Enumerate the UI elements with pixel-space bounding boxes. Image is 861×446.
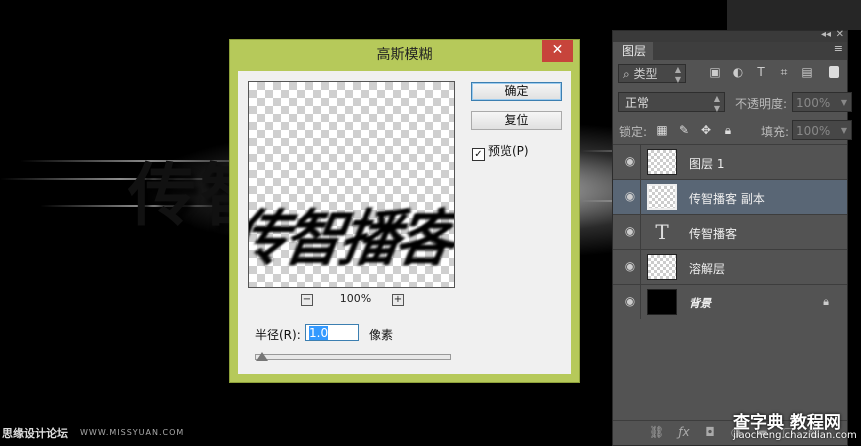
watermark-left: 思缘设计论坛 [2, 427, 68, 440]
eye-icon[interactable]: ◉ [623, 295, 637, 307]
close-icon[interactable]: ✕ [836, 29, 844, 40]
layer-thumbnail [647, 184, 677, 210]
eye-icon[interactable]: ◉ [623, 225, 637, 237]
eye-icon[interactable]: ◉ [623, 260, 637, 272]
opacity-input[interactable]: 100% ▼ [792, 92, 852, 112]
layer-name: 传智播客 副本 [689, 192, 765, 206]
radius-label: 半径(R): [255, 328, 301, 342]
zoom-out-button[interactable]: − [301, 294, 313, 306]
filter-adjustment-icon[interactable]: ◐ [731, 65, 745, 79]
filter-type-icon[interactable]: T [754, 65, 768, 79]
layer-name: 溶解层 [689, 262, 726, 276]
filter-shape-icon[interactable]: ⌗ [777, 65, 791, 79]
layer-thumbnail [647, 149, 677, 175]
radius-unit: 像素 [369, 328, 394, 342]
layer-name: 传智播客 [689, 227, 738, 241]
workspace-background [727, 0, 861, 30]
tab-layers[interactable]: 图层 [615, 42, 653, 60]
filter-toggle-icon[interactable] [829, 66, 839, 78]
opacity-value: 100% [796, 96, 831, 110]
link-layers-icon[interactable]: ⛓ [649, 425, 664, 439]
opacity-label: 不透明度: [735, 97, 788, 111]
fill-label: 填充: [761, 125, 790, 139]
blend-mode-select[interactable]: 正常 ▲ ▼ [618, 92, 725, 113]
layers-panel: ◂◂ ✕ 图层 ≡ ⌕ 类型 ▲ ▼ ▣ ◐ T ⌗ ▤ 正常 ▲ ▼ 不透明度: … [612, 29, 852, 446]
layer-filter-select[interactable]: ⌕ 类型 ▲ ▼ [618, 64, 686, 84]
lock-all-icon[interactable]: 🔒︎ [721, 123, 735, 137]
blend-mode-value: 正常 [625, 96, 650, 110]
layer-row[interactable]: ◉ 图层 1 [613, 144, 847, 179]
dialog-close-button[interactable]: ✕ [542, 40, 573, 62]
zoom-in-button[interactable]: + [392, 294, 404, 306]
preview-checkbox[interactable]: ✓ 预览(P) [472, 142, 529, 161]
lock-transparent-icon[interactable]: ▦ [655, 123, 669, 137]
gaussian-blur-dialog: 高斯模糊 ✕ 传智播客 − 100% + 确定 复位 ✓ 预览(P) 半径(R):… [229, 39, 580, 383]
filter-smartobject-icon[interactable]: ▤ [800, 65, 814, 79]
tab-strip [653, 42, 847, 60]
layer-thumbnail [647, 254, 677, 280]
fill-input[interactable]: 100% ▼ [792, 120, 852, 140]
layer-row[interactable]: ◉ 背景 🔒︎ [613, 284, 847, 319]
layer-row[interactable]: ◉ 传智播客 副本 [613, 179, 847, 214]
lock-label: 锁定: [619, 125, 648, 139]
checkbox-check-icon[interactable]: ✓ [472, 148, 485, 161]
layer-name: 背景 [689, 297, 711, 310]
lock-paint-icon[interactable]: ✎ [677, 123, 691, 137]
eye-icon[interactable]: ◉ [623, 190, 637, 202]
add-mask-icon[interactable]: ◘ [703, 425, 717, 439]
watermark-left-url: WWW.MISSYUAN.COM [80, 428, 185, 437]
select-arrows-icon: ▲ ▼ [713, 94, 720, 113]
preview-checkbox-label: 预览(P) [488, 144, 529, 158]
type-layer-icon: T [655, 220, 669, 244]
layer-thumbnail [647, 289, 677, 315]
dialog-body: 传智播客 − 100% + 确定 复位 ✓ 预览(P) 半径(R): 1.0 像素 [238, 71, 571, 374]
fx-icon[interactable]: ƒx [677, 425, 691, 439]
divider [640, 285, 641, 319]
ok-button[interactable]: 确定 [471, 82, 562, 101]
divider [640, 250, 641, 284]
filter-label: ⌕ 类型 [623, 67, 658, 81]
radius-value: 1.0 [309, 326, 329, 340]
collapse-icon[interactable]: ◂◂ [821, 29, 831, 40]
layer-name: 图层 1 [689, 157, 725, 171]
fill-value: 100% [796, 124, 831, 138]
blur-preview[interactable]: 传智播客 [248, 81, 455, 288]
watermark-right-url: jiaocheng.chazidian.com [733, 430, 857, 441]
divider [640, 180, 641, 214]
layer-list: ◉ 图层 1 ◉ 传智播客 副本 ◉ T 传智播客 ◉ 溶解层 ◉ 背景 🔒︎ [613, 144, 847, 319]
layer-row[interactable]: ◉ 溶解层 [613, 249, 847, 284]
reset-button[interactable]: 复位 [471, 111, 562, 130]
radius-slider-track[interactable] [255, 354, 451, 360]
lock-position-icon[interactable]: ✥ [699, 123, 713, 137]
panel-menu-icon[interactable]: ≡ [834, 42, 843, 55]
dropdown-arrow-icon[interactable]: ▼ [841, 93, 847, 113]
preview-text: 传智播客 [248, 204, 455, 274]
radius-input[interactable]: 1.0 [305, 324, 359, 341]
dropdown-arrow-icon[interactable]: ▼ [841, 121, 847, 141]
radius-slider-thumb[interactable] [255, 352, 268, 361]
divider [640, 215, 641, 249]
divider [640, 145, 641, 179]
layer-row[interactable]: ◉ T 传智播客 [613, 214, 847, 249]
lock-icon: 🔒︎ [823, 295, 829, 308]
eye-icon[interactable]: ◉ [623, 155, 637, 167]
zoom-level: 100% [339, 292, 372, 305]
panel-titlebar: ◂◂ ✕ [613, 29, 847, 42]
filter-pixel-icon[interactable]: ▣ [708, 65, 722, 79]
select-arrows-icon: ▲ ▼ [674, 65, 681, 84]
dialog-title: 高斯模糊 [376, 47, 433, 63]
